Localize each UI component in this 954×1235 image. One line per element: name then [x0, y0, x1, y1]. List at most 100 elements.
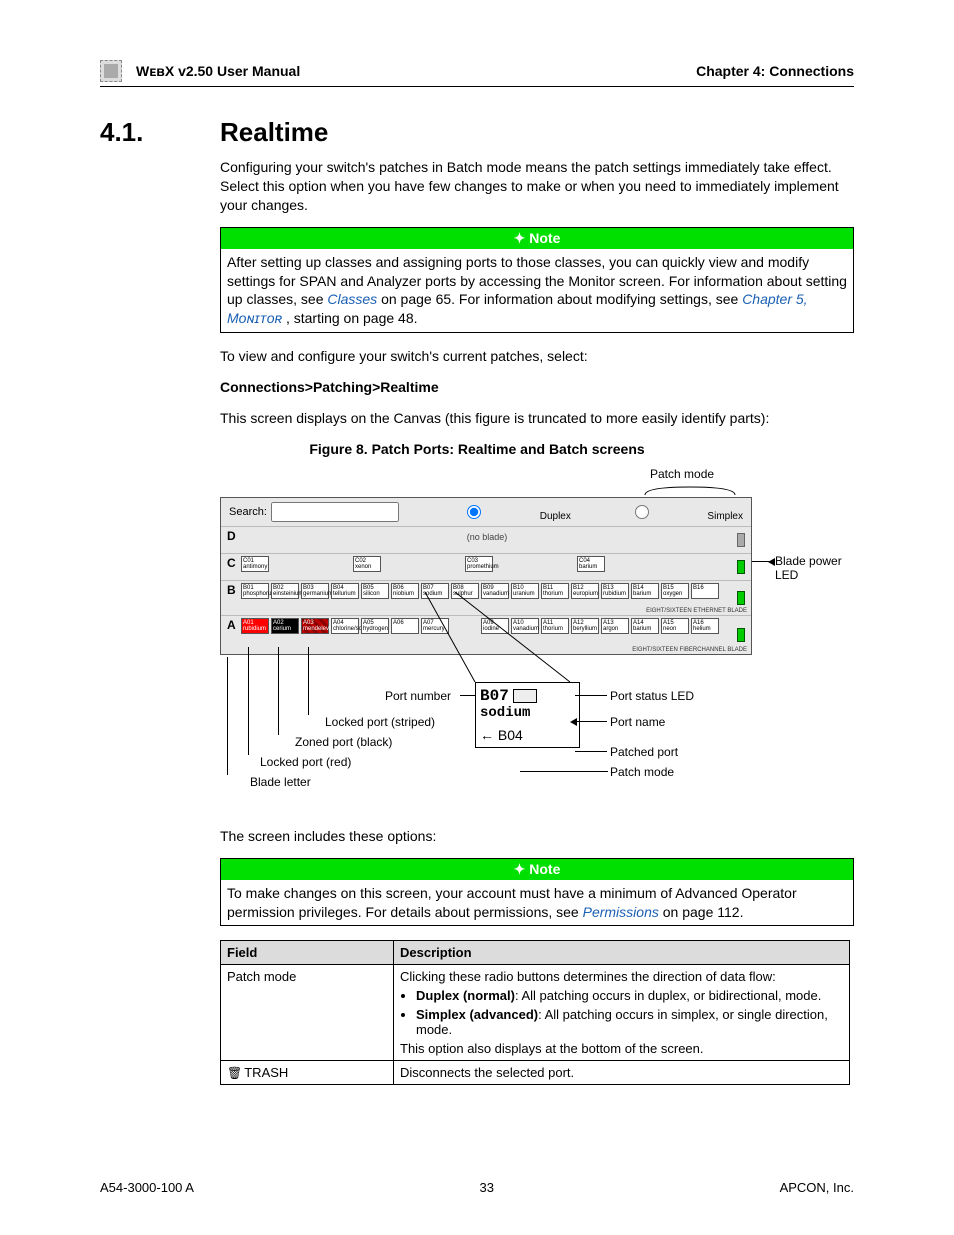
port-a11[interactable]: A11 thorium	[541, 618, 569, 634]
chip-icon	[100, 60, 122, 82]
header-left: WᴇʙX v2.50 User Manual	[136, 63, 696, 79]
port-a15[interactable]: A15 neon	[661, 618, 689, 634]
port-c04[interactable]: C04 barium	[577, 556, 605, 572]
port-b06[interactable]: B06 niobium	[391, 583, 419, 599]
callout-patch-mode-top: Patch mode	[650, 467, 714, 481]
figure-8: Patch mode Search: Duplex Simplex D (no …	[220, 467, 850, 827]
port-b09[interactable]: B09 vanadium	[481, 583, 509, 599]
zoom-patched-arrow: ← B04	[480, 727, 575, 743]
radio-simplex[interactable]: Simplex	[578, 511, 743, 522]
note1-body: After setting up classes and assigning p…	[221, 249, 853, 333]
port-b11[interactable]: B11 thorium	[541, 583, 569, 599]
footer-right-post: , Inc.	[826, 1180, 854, 1195]
blade-letter-c: C	[227, 556, 241, 570]
footer-page-number: 33	[480, 1180, 494, 1195]
ports-b: B01 phosphorus B02 einsteinium B03 germa…	[241, 583, 733, 599]
led-d	[737, 533, 745, 547]
port-b10[interactable]: B10 uranium	[511, 583, 539, 599]
port-b02[interactable]: B02 einsteinium	[271, 583, 299, 599]
table-row-patch-mode: Patch mode Clicking these radio buttons …	[221, 965, 850, 1061]
led-a	[737, 628, 745, 642]
panel-toolbar: Search: Duplex Simplex	[221, 498, 751, 526]
port-c01[interactable]: C01 antimony	[241, 556, 269, 572]
port-a12[interactable]: A12 beryllium	[571, 618, 599, 634]
blade-row-b: B B01 phosphorus B02 einsteinium B03 ger…	[221, 580, 751, 615]
header-chapter: Chapter 4: Connections	[696, 63, 854, 79]
radio-simplex-input[interactable]	[582, 505, 702, 519]
footer-left: A54-3000-100 A	[100, 1180, 194, 1195]
bullet-duplex: Duplex (normal): All patching occurs in …	[416, 988, 843, 1003]
callout-blade-power-led: Blade power LED	[775, 554, 850, 582]
table-header-row: Field Description	[221, 941, 850, 965]
link-permissions[interactable]: Permissions	[583, 904, 659, 920]
port-a16[interactable]: A16 helium	[691, 618, 719, 634]
section-number: 4.1.	[100, 117, 220, 148]
para4: The screen includes these options:	[220, 827, 854, 846]
port-b01[interactable]: B01 phosphorus	[241, 583, 269, 599]
port-a06[interactable]: A06	[391, 618, 419, 634]
no-blade-text: (no blade)	[241, 529, 733, 542]
note-box-2: ✦ Note To make changes on this screen, y…	[220, 858, 854, 927]
note-head-1: ✦ Note	[221, 228, 853, 249]
bullet-duplex-rest: : All patching occurs in duplex, or bidi…	[515, 988, 821, 1003]
bullet-simplex: Simplex (advanced): All patching occurs …	[416, 1007, 843, 1037]
port-a01[interactable]: A01 rubidium	[241, 618, 269, 634]
blade-row-c: C C01 antimony C02 xenon C03 promethium …	[221, 553, 751, 580]
th-description: Description	[394, 941, 850, 965]
port-a05[interactable]: A05 hydrogen	[361, 618, 389, 634]
search-label: Search:	[229, 506, 267, 518]
port-b03[interactable]: B03 germanium	[301, 583, 329, 599]
port-a02[interactable]: A02 cerium	[271, 618, 299, 634]
port-b07[interactable]: B07 sodium	[421, 583, 449, 599]
port-a10[interactable]: A10 vanadium	[511, 618, 539, 634]
port-b15[interactable]: B15 oxygen	[661, 583, 689, 599]
footer-right-sc: PCON	[788, 1180, 826, 1195]
callout-patched-port: Patched port	[610, 745, 678, 759]
header-manual: v2.50 User Manual	[178, 63, 300, 79]
note2-body: To make changes on this screen, your acc…	[221, 880, 853, 926]
blade-letter-a: A	[227, 618, 241, 632]
section-title: Realtime	[220, 117, 328, 148]
callout-patch-mode-bottom: Patch mode	[610, 765, 674, 779]
figure-caption: Figure 8. Patch Ports: Realtime and Batc…	[100, 440, 854, 459]
radio-duplex[interactable]: Duplex	[410, 511, 571, 522]
port-b05[interactable]: B05 silicon	[361, 583, 389, 599]
bullet-simplex-bold: Simplex (advanced)	[416, 1007, 538, 1022]
port-c03[interactable]: C03 promethium	[465, 556, 493, 572]
port-a13[interactable]: A13 argon	[601, 618, 629, 634]
port-a09[interactable]: A09 iodine	[481, 618, 509, 634]
port-c02[interactable]: C02 xenon	[353, 556, 381, 572]
page-header: WᴇʙX v2.50 User Manual Chapter 4: Connec…	[100, 60, 854, 87]
port-a04[interactable]: A04 chlorine/sodium	[331, 618, 359, 634]
port-b14[interactable]: B14 barium	[631, 583, 659, 599]
note-box-1: ✦ Note After setting up classes and assi…	[220, 227, 854, 334]
footer-right: APCON, Inc.	[780, 1180, 854, 1195]
th-field: Field	[221, 941, 394, 965]
search-input[interactable]	[271, 502, 399, 522]
blade-row-d: D (no blade)	[221, 526, 751, 553]
ports-a: A01 rubidium A02 cerium A03 mendelevium …	[241, 618, 733, 634]
td-desc-patch-mode: Clicking these radio buttons determines …	[394, 965, 850, 1061]
patch-mode-radio-group: Duplex Simplex	[406, 502, 743, 522]
port-b08[interactable]: B08 sulphur	[451, 583, 479, 599]
led-b	[737, 591, 745, 605]
section-heading: 4.1. Realtime	[100, 117, 854, 148]
radio-duplex-input[interactable]	[414, 505, 534, 519]
port-b16[interactable]: B16	[691, 583, 719, 599]
port-b04[interactable]: B04 tellurium	[331, 583, 359, 599]
link-classes[interactable]: Classes	[327, 291, 377, 307]
note-head-2: ✦ Note	[221, 859, 853, 880]
nav-path: Connections>Patching>Realtime	[220, 378, 854, 397]
port-b13[interactable]: B13 rubidium	[601, 583, 629, 599]
note1-label: Note	[529, 230, 560, 246]
port-a07[interactable]: A07 mercury	[421, 618, 449, 634]
blade-row-a: A A01 rubidium A02 cerium A03 mendeleviu…	[221, 615, 751, 654]
port-a14[interactable]: A14 barium	[631, 618, 659, 634]
radio-duplex-label: Duplex	[540, 511, 571, 522]
port-a03[interactable]: A03 mendelevium	[301, 618, 329, 634]
blade-letter-d: D	[227, 529, 241, 543]
patch-mode-tail: This option also displays at the bottom …	[400, 1041, 843, 1056]
led-c	[737, 560, 745, 574]
port-b12[interactable]: B12 europium	[571, 583, 599, 599]
blade-letter-b: B	[227, 583, 241, 597]
